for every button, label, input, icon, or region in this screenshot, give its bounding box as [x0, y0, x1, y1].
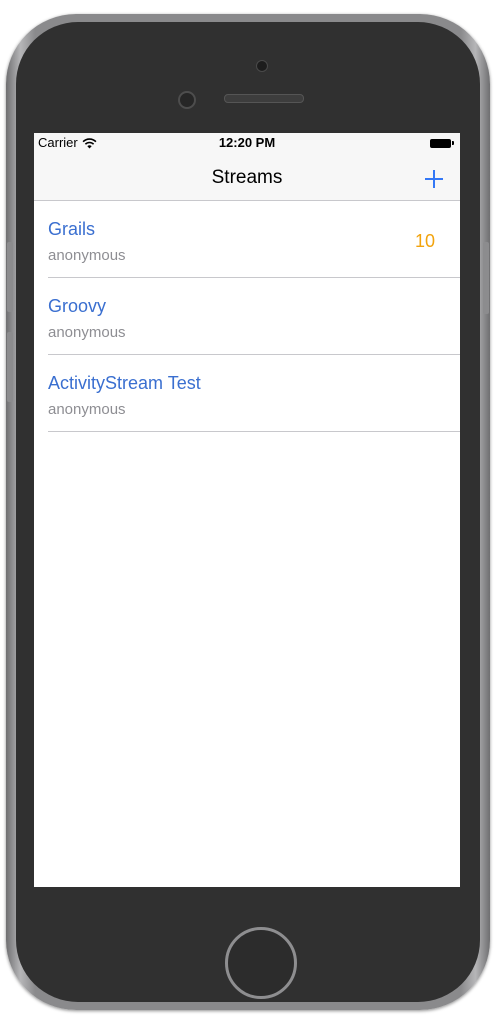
screen: Carrier 12:20 PM Streams Grails anonymou…: [34, 133, 460, 887]
stream-title: Grails: [48, 219, 96, 239]
stream-title: ActivityStream Test: [48, 373, 201, 393]
stream-author: anonymous: [48, 324, 126, 341]
list-item[interactable]: Grails anonymous 10: [34, 201, 460, 278]
unread-count: 10: [414, 231, 435, 251]
list-item[interactable]: ActivityStream Test anonymous: [34, 355, 460, 432]
battery-icon: [430, 138, 454, 148]
status-bar: Carrier 12:20 PM: [34, 133, 460, 153]
page-title: Streams: [211, 167, 283, 188]
earpiece-speaker: [224, 94, 304, 103]
stream-author: anonymous: [48, 401, 126, 418]
volume-up-button: [7, 242, 13, 312]
list-item[interactable]: Groovy anonymous: [34, 278, 460, 355]
stream-title: Groovy: [48, 296, 107, 316]
front-camera: [256, 60, 268, 72]
volume-down-button: [7, 332, 13, 402]
row-divider: [48, 431, 460, 432]
stream-author: anonymous: [48, 247, 126, 264]
streams-list: Grails anonymous 10 Groovy anonymous Act…: [34, 201, 460, 432]
home-button[interactable]: [225, 927, 297, 999]
plus-icon: [425, 170, 443, 188]
power-button: [483, 242, 489, 314]
add-stream-button[interactable]: [416, 161, 452, 197]
status-time: 12:20 PM: [218, 135, 276, 150]
navigation-bar: Streams: [34, 153, 460, 201]
proximity-sensor: [178, 91, 196, 109]
